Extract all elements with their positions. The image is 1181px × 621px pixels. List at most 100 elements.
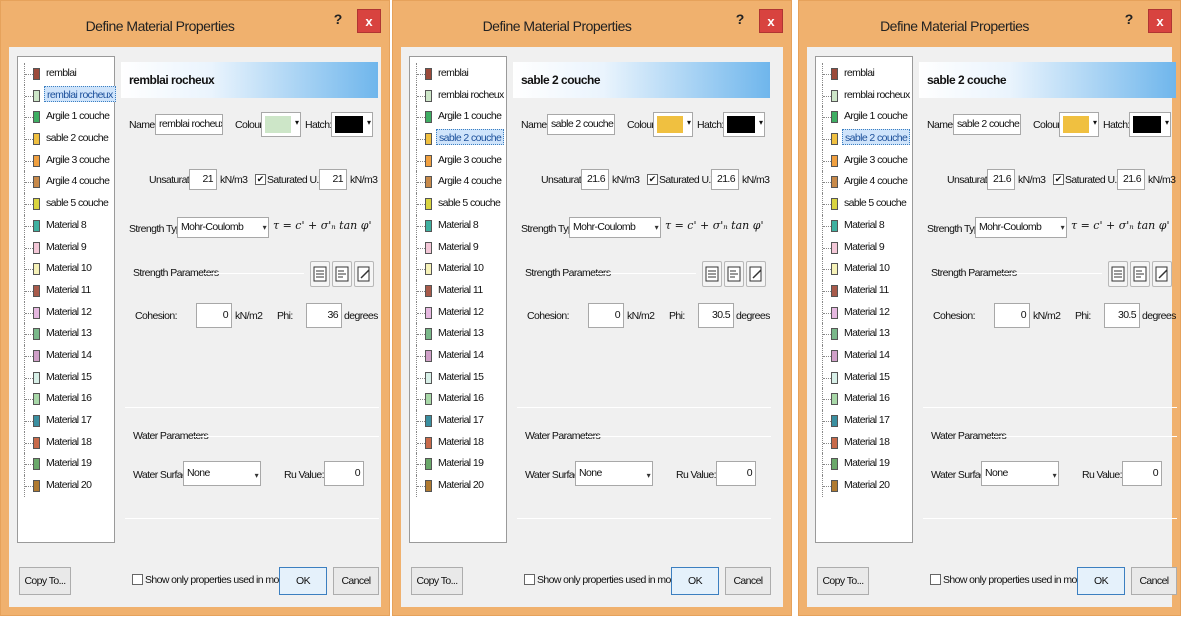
parameter-tool-button-1[interactable] (702, 261, 722, 287)
parameter-tool-button-3[interactable] (354, 261, 374, 287)
unsaturated-input[interactable]: 21 (189, 169, 217, 190)
material-tree-item[interactable]: Material 16 (18, 388, 114, 410)
ok-button[interactable]: OK (671, 567, 719, 595)
help-button[interactable]: ? (731, 11, 749, 33)
parameter-tool-button-3[interactable] (746, 261, 766, 287)
material-tree-item[interactable]: Material 11 (816, 279, 912, 302)
material-tree-item[interactable]: Material 11 (410, 279, 506, 302)
material-tree-item[interactable]: Material 16 (816, 388, 912, 410)
material-tree-item[interactable]: Material 12 (18, 301, 114, 324)
material-tree-item[interactable]: Material 12 (816, 301, 912, 324)
show-only-used-checkbox[interactable] (132, 574, 143, 585)
material-tree-item[interactable]: Argile 3 couche (18, 149, 114, 172)
show-only-used-checkbox[interactable] (524, 574, 535, 585)
strength-type-select[interactable]: Mohr-Coulomb ▾ (975, 217, 1067, 238)
copy-to-button[interactable]: Copy To... (817, 567, 869, 595)
material-tree-item[interactable]: Material 9 (410, 236, 506, 259)
phi-input[interactable]: 36 (306, 303, 342, 328)
ru-value-input[interactable]: 0 (324, 461, 364, 486)
material-tree-item[interactable]: Material 8 (410, 214, 506, 237)
hatch-picker[interactable]: ▾ (1129, 112, 1171, 137)
material-tree-item[interactable]: Material 9 (816, 236, 912, 259)
help-button[interactable]: ? (329, 11, 347, 33)
material-tree-item[interactable]: remblai rocheux (18, 84, 116, 107)
material-tree-item[interactable]: Material 20 (410, 475, 506, 497)
cohesion-input[interactable]: 0 (196, 303, 232, 328)
close-button[interactable]: x (1148, 9, 1172, 33)
colour-picker[interactable]: ▾ (1059, 112, 1099, 137)
material-tree-item[interactable]: Argile 1 couche (816, 106, 912, 129)
material-tree-item[interactable]: Material 9 (18, 236, 114, 259)
material-tree-item[interactable]: Argile 4 couche (18, 171, 114, 194)
material-tree-item[interactable]: Argile 3 couche (410, 149, 506, 172)
water-surface-select[interactable]: None ▾ (575, 461, 653, 486)
material-tree-item[interactable]: Material 14 (410, 344, 506, 367)
saturated-input[interactable]: 21 (319, 169, 347, 190)
hatch-picker[interactable]: ▾ (723, 112, 765, 137)
material-tree-item[interactable]: Material 10 (410, 258, 506, 280)
material-tree-item[interactable]: Material 15 (816, 366, 912, 389)
material-tree-item[interactable]: Material 17 (410, 410, 506, 432)
material-tree-item[interactable]: Material 10 (816, 258, 912, 280)
cohesion-input[interactable]: 0 (994, 303, 1030, 328)
material-tree-item[interactable]: Material 18 (410, 431, 506, 454)
saturated-checkbox[interactable]: ✔ (255, 174, 266, 185)
material-tree-item[interactable]: Material 18 (816, 431, 912, 454)
material-tree-item[interactable]: Material 14 (816, 344, 912, 367)
close-button[interactable]: x (759, 9, 783, 33)
unsaturated-input[interactable]: 21.6 (987, 169, 1015, 190)
saturated-input[interactable]: 21.6 (711, 169, 739, 190)
parameter-tool-button-2[interactable] (1130, 261, 1150, 287)
material-tree-item[interactable]: Material 19 (18, 453, 114, 476)
material-tree-item[interactable]: Argile 1 couche (410, 106, 506, 129)
cancel-button[interactable]: Cancel (1131, 567, 1177, 595)
material-tree-item[interactable]: remblai (18, 63, 114, 85)
ru-value-input[interactable]: 0 (716, 461, 756, 486)
phi-input[interactable]: 30.5 (1104, 303, 1140, 328)
material-tree-item[interactable]: Material 19 (410, 453, 506, 476)
material-tree-item[interactable]: Material 13 (18, 323, 114, 345)
cohesion-input[interactable]: 0 (588, 303, 624, 328)
name-input[interactable]: sable 2 couche (953, 114, 1021, 135)
material-tree-item[interactable]: Material 16 (410, 388, 506, 410)
material-tree-item[interactable]: Material 19 (816, 453, 912, 476)
material-tree-item[interactable]: Material 20 (18, 475, 114, 497)
saturated-checkbox[interactable]: ✔ (1053, 174, 1064, 185)
material-tree-item[interactable]: Material 18 (18, 431, 114, 454)
material-tree-item[interactable]: remblai rocheux (816, 84, 912, 107)
ru-value-input[interactable]: 0 (1122, 461, 1162, 486)
material-tree-item[interactable]: Material 8 (18, 214, 114, 237)
material-tree-item[interactable]: sable 5 couche (816, 193, 912, 215)
material-tree-item[interactable]: Material 17 (18, 410, 114, 432)
saturated-input[interactable]: 21.6 (1117, 169, 1145, 190)
material-tree-item[interactable]: Material 15 (18, 366, 114, 389)
strength-type-select[interactable]: Mohr-Coulomb ▾ (569, 217, 661, 238)
material-tree-item[interactable]: remblai (816, 63, 912, 85)
material-tree[interactable]: remblai remblai rocheux Argile 1 couche sab… (815, 56, 913, 543)
phi-input[interactable]: 30.5 (698, 303, 734, 328)
cancel-button[interactable]: Cancel (333, 567, 379, 595)
parameter-tool-button-2[interactable] (724, 261, 744, 287)
colour-picker[interactable]: ▾ (653, 112, 693, 137)
name-input[interactable]: sable 2 couche (547, 114, 615, 135)
show-only-used-checkbox[interactable] (930, 574, 941, 585)
material-tree-item[interactable]: Material 12 (410, 301, 506, 324)
material-tree-item[interactable]: sable 2 couche (816, 128, 912, 150)
material-tree-item[interactable]: Argile 4 couche (816, 171, 912, 194)
material-tree-item[interactable]: Argile 3 couche (816, 149, 912, 172)
copy-to-button[interactable]: Copy To... (411, 567, 463, 595)
help-button[interactable]: ? (1120, 11, 1138, 33)
water-surface-select[interactable]: None ▾ (183, 461, 261, 486)
material-tree-item[interactable]: Material 8 (816, 214, 912, 237)
material-tree-item[interactable]: Material 10 (18, 258, 114, 280)
material-tree-item[interactable]: Material 13 (816, 323, 912, 345)
material-tree-item[interactable]: Material 11 (18, 279, 114, 302)
material-tree-item[interactable]: remblai (410, 63, 506, 85)
ok-button[interactable]: OK (279, 567, 327, 595)
parameter-tool-button-1[interactable] (1108, 261, 1128, 287)
ok-button[interactable]: OK (1077, 567, 1125, 595)
hatch-picker[interactable]: ▾ (331, 112, 373, 137)
parameter-tool-button-1[interactable] (310, 261, 330, 287)
saturated-checkbox[interactable]: ✔ (647, 174, 658, 185)
material-tree-item[interactable]: Material 13 (410, 323, 506, 345)
